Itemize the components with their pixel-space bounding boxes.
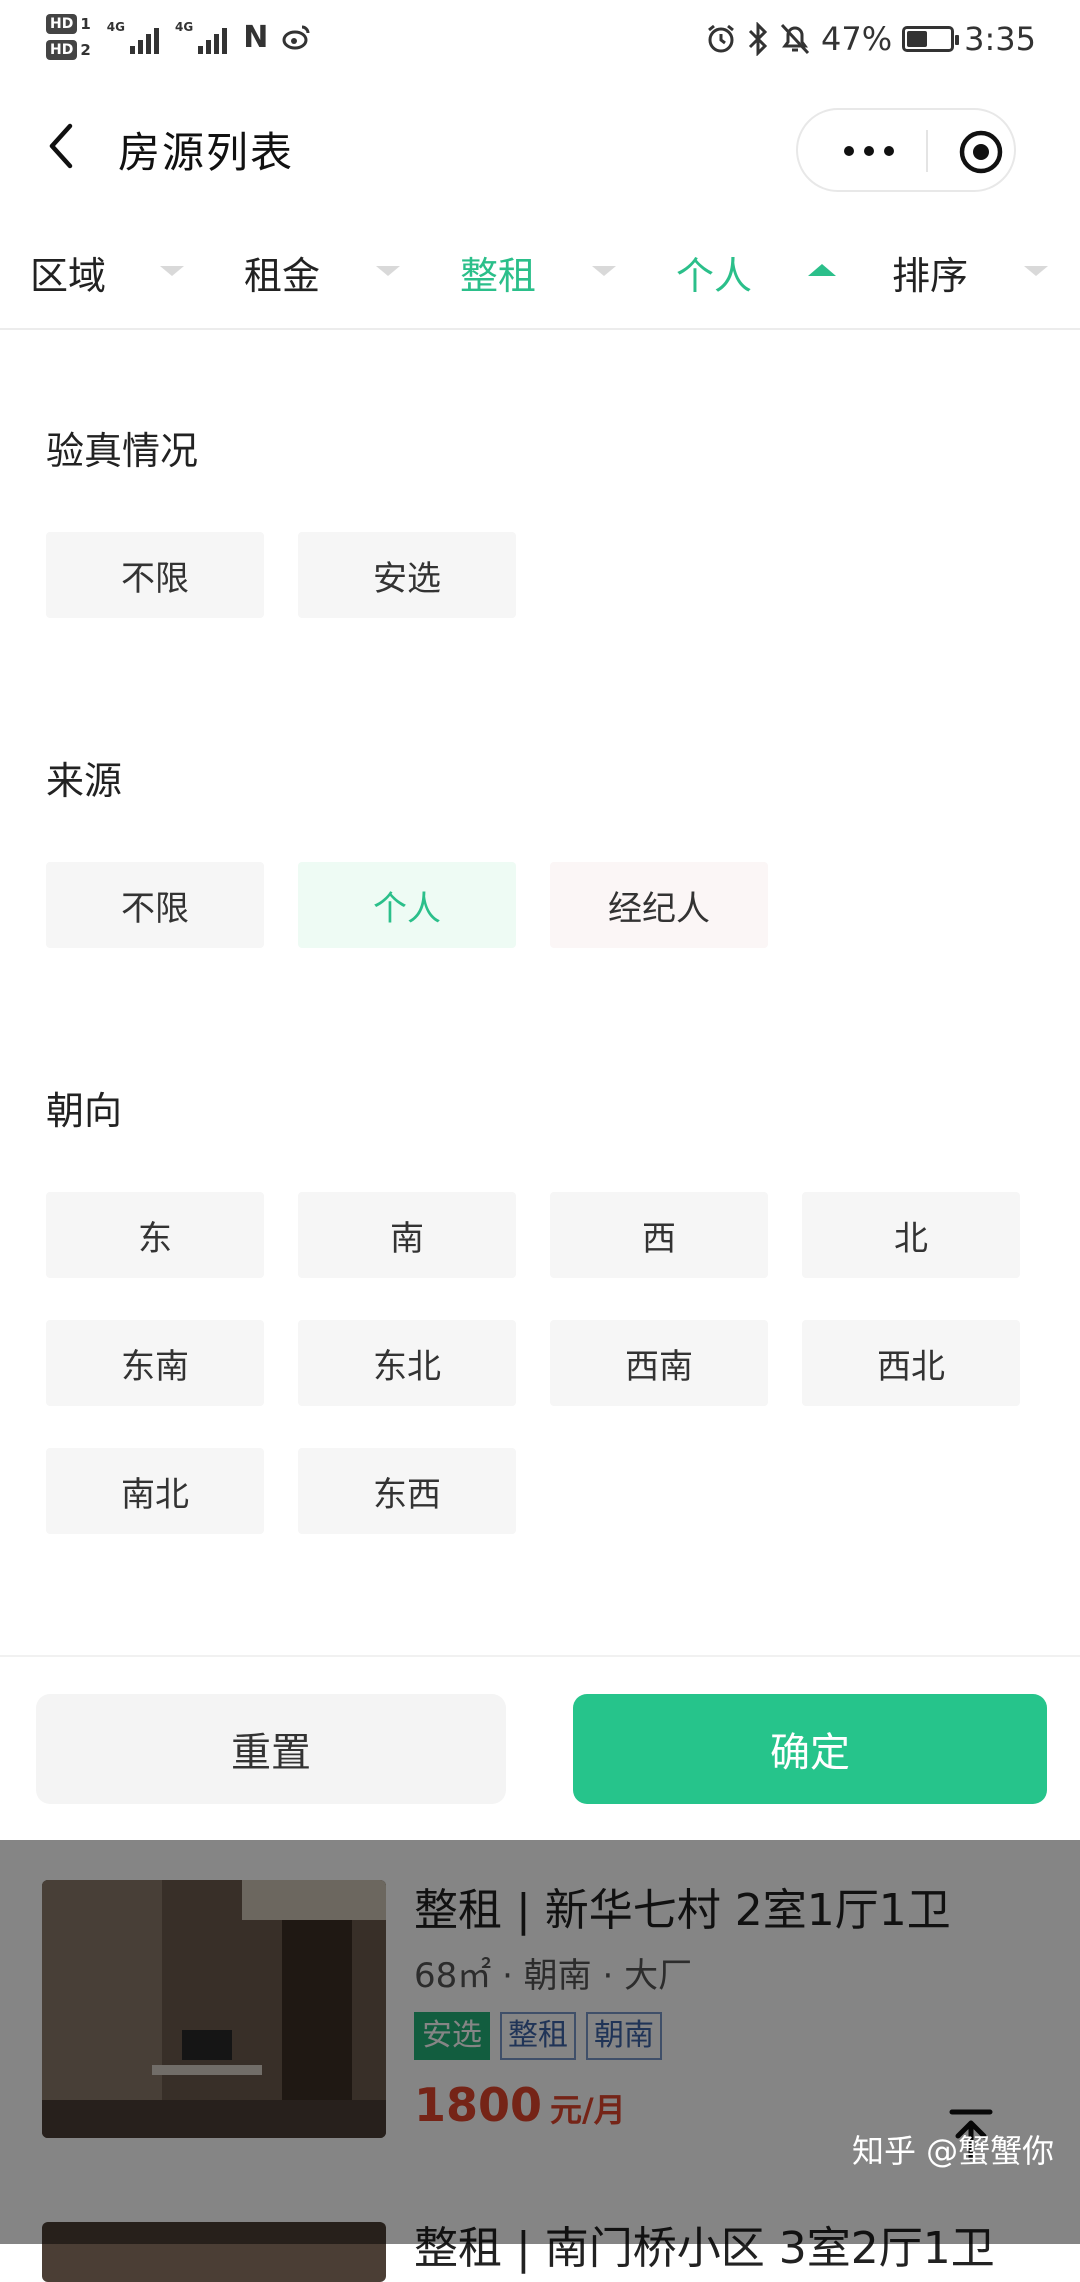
option-orientation-west[interactable]: 西 — [550, 1192, 768, 1278]
more-icon[interactable] — [834, 136, 904, 166]
network2-label: 4G — [174, 20, 194, 34]
hd1-indicator: HD 1 — [46, 14, 91, 34]
tab-sort[interactable]: 排序 — [892, 216, 968, 328]
chevron-down-icon — [592, 266, 616, 276]
status-bar: HD 1 HD 2 4G 4G N 47% 3:35 — [0, 0, 1080, 86]
mute-icon — [780, 23, 810, 55]
nfc-icon: N — [243, 19, 269, 55]
hd2-indicator: HD 2 — [46, 40, 91, 60]
status-left: HD 1 HD 2 4G 4G N — [46, 14, 312, 60]
chevron-down-icon — [1024, 266, 1048, 276]
option-source-any[interactable]: 不限 — [46, 862, 264, 948]
option-orientation-south[interactable]: 南 — [298, 1192, 516, 1278]
filter-panel: 验真情况 不限 安选 来源 不限 个人 经纪人 朝向 东 南 西 北 东南 东北… — [0, 330, 1080, 1655]
capsule-divider — [926, 130, 928, 172]
tab-individual[interactable]: 个人 — [676, 216, 752, 328]
option-orientation-southeast[interactable]: 东南 — [46, 1320, 264, 1406]
battery-fill — [907, 31, 927, 47]
clock: 3:35 — [964, 20, 1036, 58]
mask-overlay[interactable] — [0, 1840, 1080, 2244]
section-title-verify: 验真情况 — [46, 429, 199, 473]
tab-whole-rent[interactable]: 整租 — [460, 216, 536, 328]
nav-bar: 房源列表 — [0, 86, 1080, 216]
option-orientation-southwest[interactable]: 西南 — [550, 1320, 768, 1406]
alarm-icon — [708, 24, 734, 53]
chevron-down-icon — [160, 266, 184, 276]
filter-bar: 区域 租金 整租 个人 排序 — [0, 216, 1080, 330]
option-orientation-east[interactable]: 东 — [46, 1192, 264, 1278]
signal-icon: 4G — [174, 20, 228, 54]
weibo-icon — [282, 25, 310, 50]
back-icon[interactable] — [38, 116, 88, 176]
reset-button[interactable]: 重置 — [36, 1694, 506, 1804]
option-orientation-north-south[interactable]: 南北 — [46, 1448, 264, 1534]
filter-footer: 重置 确定 — [0, 1655, 1080, 1842]
option-verify-any[interactable]: 不限 — [46, 532, 264, 618]
battery-icon — [902, 26, 960, 52]
section-title-source: 来源 — [46, 759, 123, 803]
hd-indicators: HD 1 HD 2 — [46, 14, 91, 60]
option-source-agent[interactable]: 经纪人 — [550, 862, 768, 948]
tab-area[interactable]: 区域 — [30, 216, 106, 328]
confirm-button[interactable]: 确定 — [573, 1694, 1047, 1804]
signal-icon: 4G — [107, 20, 159, 54]
chevron-down-icon — [376, 266, 400, 276]
option-orientation-north[interactable]: 北 — [802, 1192, 1020, 1278]
option-verify-anxuan[interactable]: 安选 — [298, 532, 516, 618]
close-icon[interactable] — [958, 129, 1004, 175]
tab-rent[interactable]: 租金 — [244, 216, 320, 328]
battery-percent: 47% — [821, 20, 893, 58]
option-orientation-northwest[interactable]: 西北 — [802, 1320, 1020, 1406]
bluetooth-icon — [748, 22, 768, 56]
network1-label: 4G — [106, 20, 125, 34]
mini-program-capsule — [796, 108, 1016, 192]
option-source-individual[interactable]: 个人 — [298, 862, 516, 948]
option-orientation-east-west[interactable]: 东西 — [298, 1448, 516, 1534]
chevron-up-icon — [808, 264, 836, 276]
status-right: 47% 3:35 — [705, 20, 1036, 58]
watermark: 知乎 @蟹蟹你 — [852, 2132, 1055, 2170]
option-orientation-northeast[interactable]: 东北 — [298, 1320, 516, 1406]
page-title: 房源列表 — [118, 128, 295, 177]
section-title-orientation: 朝向 — [46, 1089, 123, 1133]
